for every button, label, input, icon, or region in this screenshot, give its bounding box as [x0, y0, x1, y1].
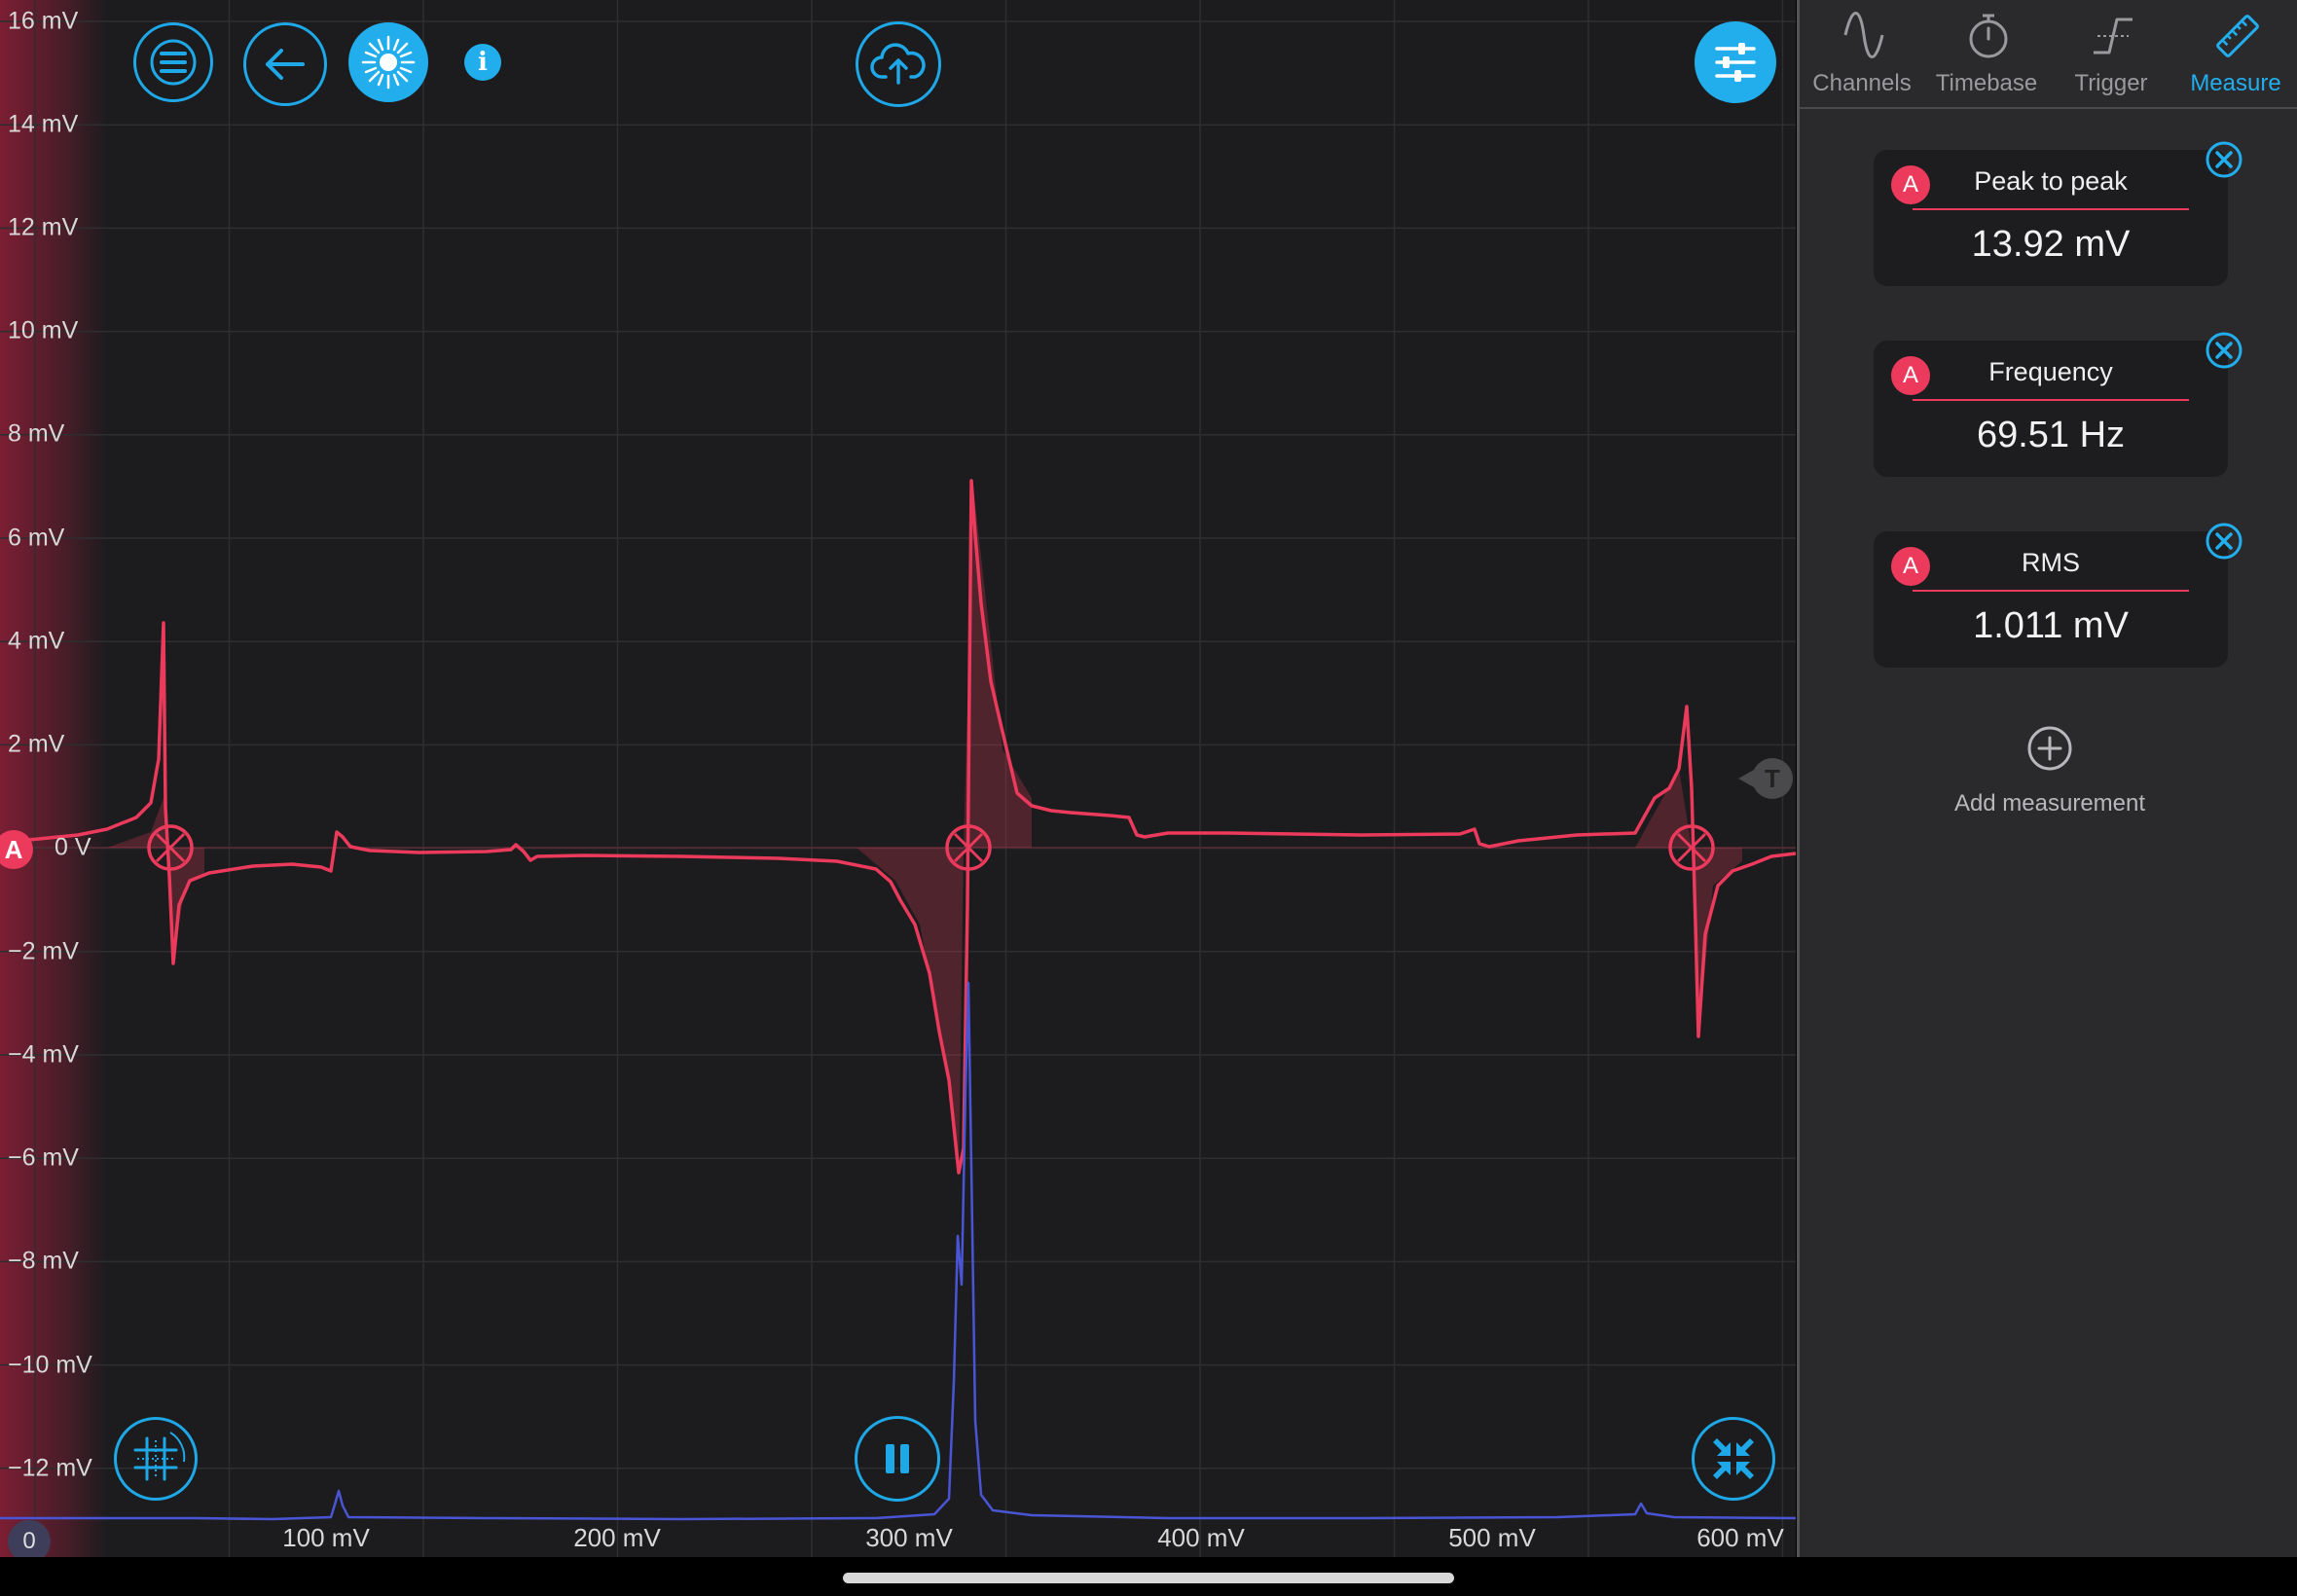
y-tick-label: −10 mV [8, 1351, 92, 1379]
measurement-card-rms[interactable]: A RMS 1.011 mV [1874, 523, 2242, 668]
channel-a-fill [1635, 769, 1742, 1036]
pause-icon [886, 1444, 909, 1473]
grid-toggle-button[interactable] [114, 1417, 198, 1501]
pause-button[interactable] [855, 1416, 940, 1502]
remove-measurement-icon[interactable] [2205, 140, 2243, 179]
tab-channels-label: Channels [1812, 70, 1912, 96]
measurement-name: Peak to peak [1913, 166, 2189, 210]
y-tick-label: −6 mV [8, 1143, 79, 1172]
tab-channels[interactable]: Channels [1800, 0, 1924, 107]
channel-settings-button[interactable] [1695, 21, 1776, 103]
x-tick-label: 300 mV [865, 1523, 953, 1552]
stopwatch-icon [1969, 14, 2008, 58]
measurement-value: 13.92 mV [1971, 224, 2131, 265]
zero-offset-badge[interactable]: 0 [8, 1520, 51, 1557]
x-tick-label: 400 mV [1157, 1523, 1245, 1552]
add-measurement-label: Add measurement [1953, 790, 2146, 816]
sliders-icon [1715, 43, 1756, 82]
panel-tab-bar: Channels Timebase Trigger Measure [1800, 0, 2297, 109]
x-tick-label: 200 mV [573, 1523, 661, 1552]
tab-measure[interactable]: Measure [2173, 0, 2297, 107]
x-tick-label: 500 mV [1448, 1523, 1536, 1552]
measurement-value: 1.011 mV [1973, 605, 2129, 646]
ruler-icon [2216, 15, 2259, 57]
y-tick-label: 6 mV [8, 524, 65, 552]
x-tick-label: 100 mV [282, 1523, 370, 1552]
home-indicator[interactable] [843, 1573, 1454, 1583]
measurement-name: Frequency [1913, 357, 2189, 401]
display-brightness-button[interactable] [348, 22, 428, 102]
waveform-canvas [0, 0, 1796, 1557]
tab-timebase-label: Timebase [1935, 70, 2038, 96]
tab-trigger-label: Trigger [2074, 70, 2148, 96]
remove-measurement-icon[interactable] [2205, 522, 2243, 561]
menu-button[interactable] [133, 22, 213, 102]
compress-arrows-icon [1713, 1438, 1754, 1479]
channel-a-fill [964, 487, 1032, 848]
y-tick-label: 4 mV [8, 627, 65, 655]
oscilloscope-plot[interactable]: 16 mV 14 mV 12 mV 10 mV 8 mV 6 mV 4 mV 2… [0, 0, 1796, 1557]
sun-burst-icon [361, 35, 416, 90]
cloud-upload-button[interactable] [856, 21, 941, 107]
y-tick-label: 10 mV [8, 316, 79, 345]
y-tick-label: 16 mV [8, 7, 79, 35]
y-tick-label: 14 mV [8, 110, 79, 138]
info-button[interactable]: i [464, 44, 501, 81]
arrow-left-icon [266, 49, 305, 80]
channel-a-trace [0, 479, 1796, 1175]
add-measurement-button[interactable]: Add measurement [1800, 724, 2297, 817]
y-tick-label: −12 mV [8, 1454, 92, 1482]
collapse-view-button[interactable] [1692, 1417, 1775, 1501]
y-tick-label: 0 V [55, 833, 91, 861]
trigger-level-marker[interactable]: T [1738, 758, 1793, 799]
y-tick-label: 12 mV [8, 213, 79, 241]
tab-timebase[interactable]: Timebase [1924, 0, 2049, 107]
trigger-edge-icon [2094, 18, 2133, 54]
side-panel: Channels Timebase Trigger Measure A Peak… [1797, 0, 2297, 1557]
plus-circle-icon [2027, 726, 2072, 771]
tab-trigger[interactable]: Trigger [2049, 0, 2173, 107]
remove-measurement-icon[interactable] [2205, 331, 2243, 370]
measurement-card-frequency[interactable]: A Frequency 69.51 Hz [1874, 332, 2242, 477]
measurement-name: RMS [1913, 548, 2189, 592]
channel-a-fill [857, 848, 964, 1178]
measurement-value: 69.51 Hz [1976, 415, 2126, 455]
x-tick-label: 600 mV [1696, 1523, 1784, 1552]
tab-measure-label: Measure [2190, 70, 2281, 96]
y-tick-label: −4 mV [8, 1040, 79, 1069]
hamburger-menu-icon [150, 39, 197, 86]
sine-wave-icon [1843, 12, 1884, 58]
measurement-card-peak-to-peak[interactable]: A Peak to peak 13.92 mV [1874, 141, 2242, 286]
y-tick-label: 2 mV [8, 730, 65, 758]
grid-crosshair-icon [133, 1432, 186, 1481]
y-tick-label: −8 mV [8, 1247, 79, 1275]
cloud-upload-icon [870, 43, 926, 85]
grid-lines [0, 0, 1796, 1557]
y-tick-label: −2 mV [8, 937, 79, 965]
y-tick-label: 8 mV [8, 419, 65, 448]
back-button[interactable] [243, 22, 327, 106]
